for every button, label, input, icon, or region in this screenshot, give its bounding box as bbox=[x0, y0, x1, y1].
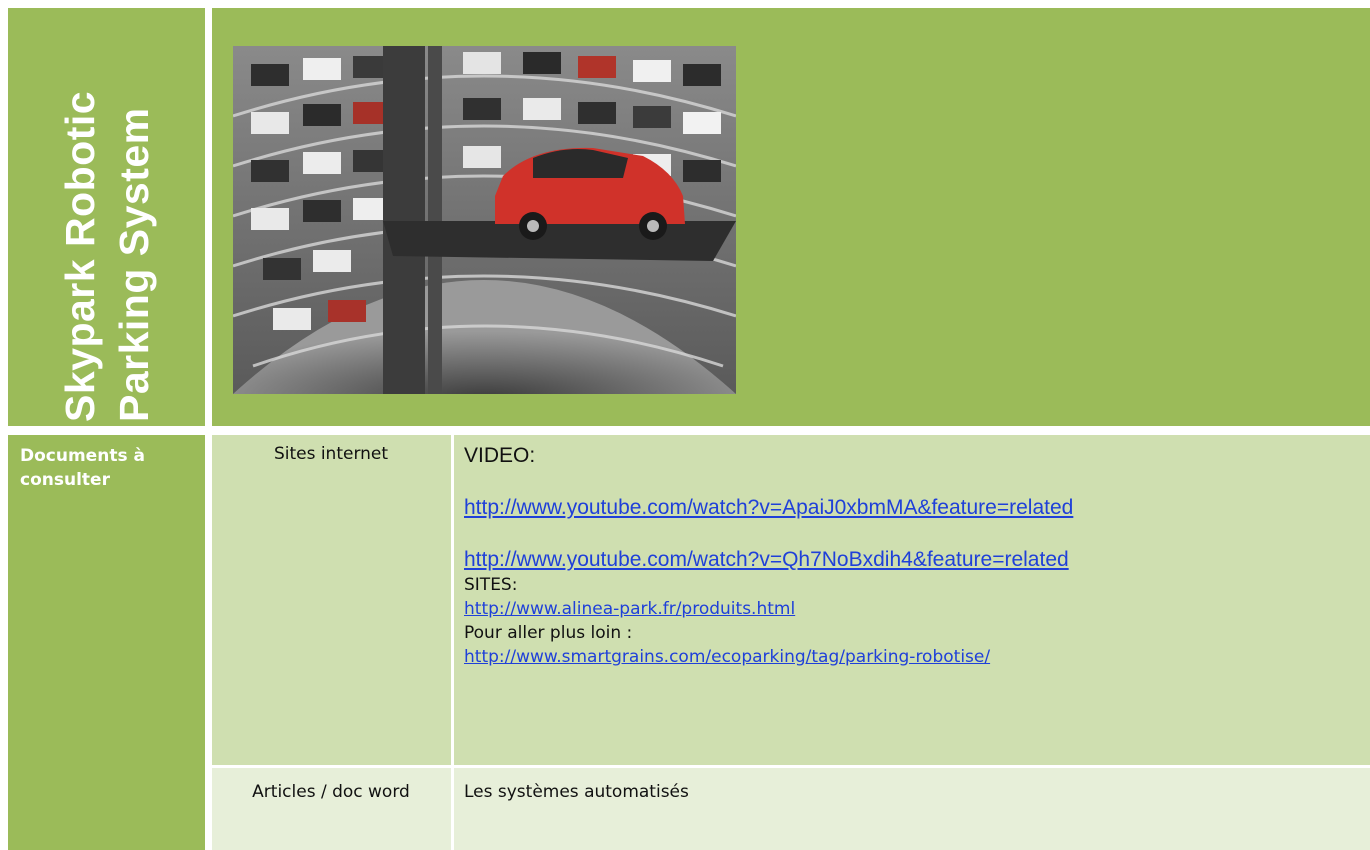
table-row-articles: Articles / doc word Les systèmes automat… bbox=[212, 768, 1370, 850]
site-link-smartgrains[interactable]: http://www.smartgrains.com/ecoparking/ta… bbox=[464, 645, 1364, 669]
site-link-alinea[interactable]: http://www.alinea-park.fr/produits.html bbox=[464, 597, 1364, 621]
title-line-1: Skypark Robotic bbox=[56, 90, 103, 422]
column-divider bbox=[205, 435, 212, 850]
table-row-sites: Sites internet VIDEO: http://www.youtube… bbox=[212, 435, 1370, 765]
document-page: Skypark Robotic Parking System Documents… bbox=[0, 0, 1370, 850]
cell-divider bbox=[451, 768, 454, 850]
title-line-2: Parking System bbox=[110, 107, 157, 422]
row-label-sites: Sites internet bbox=[273, 444, 389, 464]
further-label: Pour aller plus loin : bbox=[464, 623, 633, 643]
column-divider bbox=[205, 8, 212, 426]
photo-cell bbox=[212, 8, 1370, 426]
cell-divider bbox=[451, 435, 454, 765]
row-label-articles: Articles / doc word bbox=[252, 782, 410, 802]
robotic-parking-photo bbox=[233, 46, 736, 394]
documents-header-cell: Documents à consulter bbox=[8, 435, 205, 850]
articles-content: Les systèmes automatisés bbox=[464, 782, 689, 802]
video-link-1[interactable]: http://www.youtube.com/watch?v=ApaiJ0xbm… bbox=[464, 495, 1364, 521]
row-divider bbox=[8, 426, 1370, 435]
video-label: VIDEO: bbox=[464, 444, 536, 467]
title-cell: Skypark Robotic Parking System bbox=[8, 8, 205, 426]
video-link-2[interactable]: http://www.youtube.com/watch?v=Qh7NoBxdi… bbox=[464, 547, 1364, 573]
documents-header: Documents à consulter bbox=[20, 446, 145, 490]
sites-content: VIDEO: http://www.youtube.com/watch?v=Ap… bbox=[464, 443, 1364, 669]
page-title: Skypark Robotic Parking System bbox=[53, 12, 161, 422]
sites-label: SITES: bbox=[464, 575, 518, 595]
